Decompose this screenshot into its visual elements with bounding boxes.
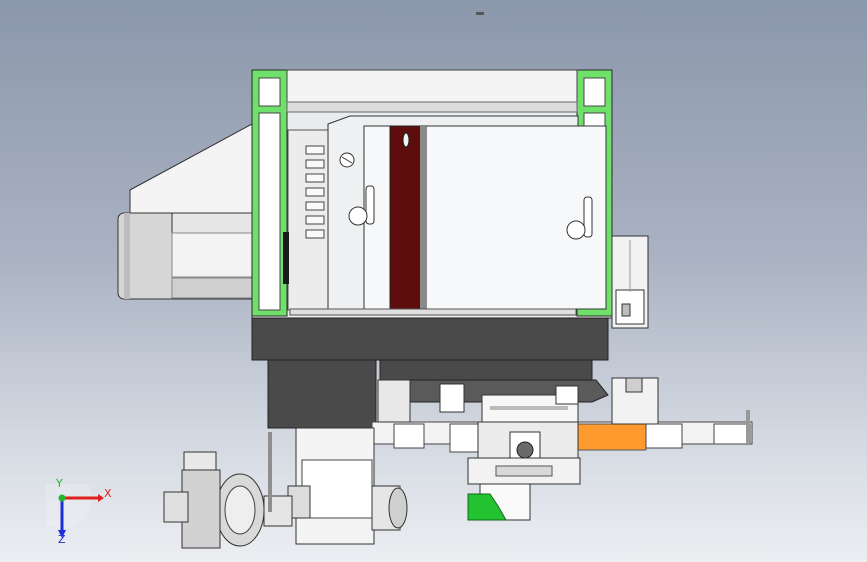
y-axis-label: Y xyxy=(56,477,63,490)
view-origin-marker xyxy=(476,12,484,15)
z-axis-label: Z xyxy=(58,533,66,546)
x-axis-label: X xyxy=(104,487,112,500)
spindle-assembly[interactable] xyxy=(163,427,408,549)
axis-triad: X Y Z xyxy=(32,468,112,545)
cad-model-view[interactable] xyxy=(0,0,867,562)
axis-triad-graphic xyxy=(32,468,104,538)
side-sensor-box[interactable] xyxy=(611,235,649,329)
motor-assembly[interactable] xyxy=(117,123,255,300)
cad-viewport[interactable]: X Y Z xyxy=(0,0,867,562)
cutter-head[interactable] xyxy=(467,394,581,521)
front-door[interactable] xyxy=(289,115,607,316)
